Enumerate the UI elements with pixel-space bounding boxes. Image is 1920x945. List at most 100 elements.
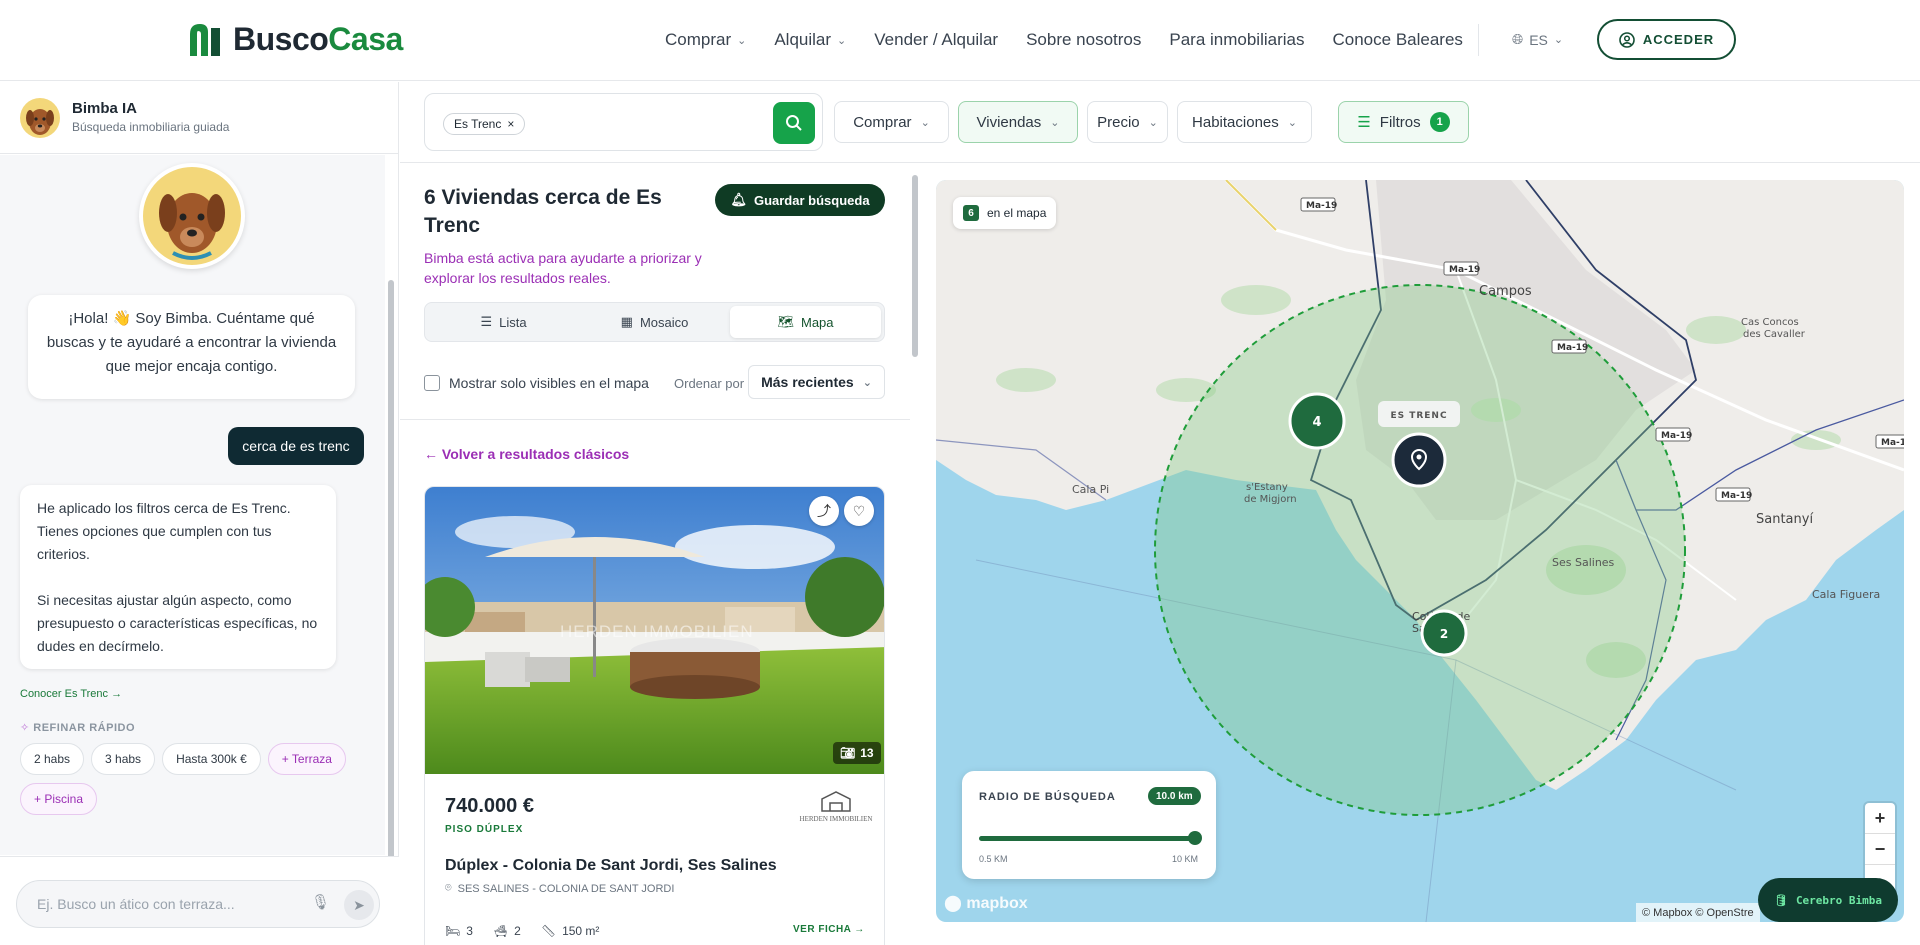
favorite-button[interactable]: ♡	[844, 496, 874, 526]
chip-terraza[interactable]: + Terraza	[267, 743, 346, 775]
camera-icon: 📷︎	[840, 746, 856, 760]
radius-slider[interactable]	[979, 831, 1202, 845]
logo-house-icon	[190, 24, 220, 56]
photo-count-badge: 📷︎ 13	[833, 742, 881, 764]
results-title: 6 Viviendas cerca de Es Trenc	[424, 186, 662, 237]
chip-2-habs[interactable]: 2 habs	[20, 743, 85, 775]
radius-control: RADIO DE BÚSQUEDA 10.0 km 0.5 KM 10 KM	[962, 771, 1216, 879]
search-filter-bar: Es Trenc × Comprar ⌄ Viviendas ⌄ Precio ⌄ Ha…	[400, 82, 1920, 163]
feature-area: 📏︎ 150 m²	[540, 924, 600, 938]
chat-messages: ¡Hola! 👋 Soy Bimba. Cuéntame qué buscas …	[0, 155, 385, 855]
map-view[interactable]: Ma-19 Ma-19 Ma-19 Ma-19 Ma-19 Ma-19 Camp…	[936, 180, 1904, 922]
nav-vender[interactable]: Vender / Alquilar	[874, 30, 998, 50]
nav-alquilar[interactable]: Alquilar ⌄	[774, 30, 846, 50]
send-icon: ➤	[353, 896, 365, 913]
place-cas-concos: Cas Concos	[1741, 317, 1799, 328]
chip-piscina[interactable]: + Piscina	[20, 783, 98, 815]
save-search-button[interactable]: 🔔︎ Guardar búsqueda	[715, 184, 885, 216]
cluster-count: 2	[1440, 627, 1448, 641]
chevron-down-icon: ⌄	[837, 34, 847, 47]
radius-slider-handle[interactable]	[1188, 831, 1202, 845]
database-icon: 🛢︎	[1773, 893, 1788, 907]
view-switcher: ☰ Lista ▦ Mosaico 🗺︎ Mapa	[424, 302, 885, 342]
photo-watermark: HERDEN IMMOBILIEN	[560, 622, 754, 641]
tab-map[interactable]: 🗺︎ Mapa	[730, 306, 881, 338]
results-subtitle: Bimba está activa para ayudarte a priori…	[424, 250, 702, 286]
order-select[interactable]: Más recientes ⌄	[748, 365, 885, 399]
filter-comprar[interactable]: Comprar ⌄	[834, 101, 949, 143]
chat-panel: Bimba IA Búsqueda inmobiliaria guiada ¡H…	[0, 82, 399, 945]
chat-subtitle: Búsqueda inmobiliaria guiada	[72, 120, 230, 134]
filter-filtros[interactable]: ☰ Filtros 1	[1338, 101, 1469, 143]
mapbox-logo[interactable]: ⬤ mapbox	[944, 893, 1028, 913]
visible-only-checkbox[interactable]: Mostrar solo visibles en el mapa	[424, 375, 649, 391]
chevron-down-icon: ⌄	[1553, 34, 1564, 46]
listing-features: 🛏︎ 3 🛁︎ 2 📏︎ 150 m²	[445, 924, 599, 938]
user-circle-icon	[1619, 31, 1635, 48]
cerebro-bimba-button[interactable]: 🛢︎ Cerebro Bimba	[1758, 878, 1898, 922]
language-label: ES	[1529, 31, 1548, 48]
es-trenc-pin	[1391, 432, 1447, 488]
road-label: Ma-19	[1661, 431, 1692, 441]
filter-precio[interactable]: Precio ⌄	[1087, 101, 1168, 143]
road-label: Ma-19	[1721, 491, 1752, 501]
bot-reply-paragraph: Si necesitas ajustar algún aspecto, como…	[37, 592, 318, 654]
main-nav: Comprar ⌄ Alquilar ⌄ Vender / Alquilar Sob…	[665, 30, 1463, 50]
chat-scrollbar[interactable]	[387, 242, 395, 932]
know-es-trenc-link[interactable]: Conocer Es Trenc →	[20, 688, 122, 700]
logo-text-busco: Busco	[233, 20, 329, 57]
zoom-out-button[interactable]: −	[1865, 834, 1895, 865]
nav-inmobiliarias[interactable]: Para inmobiliarias	[1169, 30, 1304, 50]
share-button[interactable]: ⤴	[809, 496, 839, 526]
view-listing-link[interactable]: VER FICHA →	[793, 924, 865, 935]
back-to-classic-link[interactable]: ← Volver a resultados clásicos	[424, 446, 629, 462]
search-button[interactable]	[773, 102, 815, 144]
listing-card[interactable]: HERDEN IMMOBILIEN ⤴ ♡ 📷︎ 13 740.000 € PIS…	[424, 486, 885, 945]
feature-beds: 🛏︎ 3	[445, 924, 473, 938]
chip-3-habs[interactable]: 3 habs	[91, 743, 156, 775]
login-button[interactable]: ACCEDER	[1597, 19, 1736, 60]
globe-icon: 🌐︎	[1512, 31, 1524, 47]
feature-baths: 🛁︎ 2	[492, 924, 521, 938]
tab-list[interactable]: ☰ Lista	[428, 306, 579, 338]
send-button[interactable]: ➤	[344, 890, 374, 920]
zoom-in-button[interactable]: +	[1865, 803, 1895, 834]
ruler-icon: 📏︎	[540, 924, 557, 938]
nav-comprar[interactable]: Comprar ⌄	[665, 30, 746, 50]
logo[interactable]: BuscoCasa	[187, 20, 403, 58]
tab-mosaic[interactable]: ▦ Mosaico	[579, 306, 730, 338]
listing-price: 740.000 €	[445, 795, 534, 817]
heart-icon: ♡	[852, 502, 866, 519]
listing-title[interactable]: Dúplex - Colonia De Sant Jordi, Ses Sali…	[445, 857, 777, 875]
map-icon: 🗺︎	[777, 314, 794, 329]
location-search-input[interactable]: Es Trenc ×	[424, 93, 823, 151]
listing-location: ⌾ SES SALINES - COLONIA DE SANT JORDI	[445, 882, 675, 895]
chevron-down-icon: ⌄	[1287, 116, 1297, 129]
results-scrollbar[interactable]	[912, 165, 918, 945]
checkbox-box[interactable]	[424, 375, 440, 391]
chevron-down-icon: ⌄	[737, 34, 747, 47]
map-attribution[interactable]: © Mapbox © OpenStre	[1636, 903, 1760, 922]
close-icon[interactable]: ×	[507, 117, 514, 131]
agency-logo[interactable]: HERDEN IMMOBILIEN	[799, 789, 873, 823]
list-icon: ☰	[480, 314, 493, 329]
radius-max-label: 10 KM	[1172, 854, 1199, 864]
filter-viviendas[interactable]: Viviendas ⌄	[958, 101, 1078, 143]
place-des-cavaller: des Cavaller	[1743, 329, 1806, 340]
chat-header: Bimba IA Búsqueda inmobiliaria guiada	[0, 82, 399, 154]
nav-sobre-nosotros[interactable]: Sobre nosotros	[1026, 30, 1141, 50]
road-label: Ma-19	[1306, 201, 1337, 211]
share-icon: ⤴	[817, 503, 831, 519]
road-label: Ma-19	[1557, 343, 1588, 353]
language-selector[interactable]: 🌐︎ ES ⌄	[1512, 31, 1563, 48]
results-panel: 6 Viviendas cerca de Es Trenc Bimba está…	[400, 164, 920, 945]
location-tag[interactable]: Es Trenc ×	[443, 113, 526, 135]
bimba-avatar-large	[139, 163, 245, 269]
microphone-icon[interactable]: 🎙︎	[311, 893, 330, 911]
nav-conoce-baleares[interactable]: Conoce Baleares	[1333, 30, 1463, 50]
radius-min-label: 0.5 KM	[979, 854, 1008, 864]
chip-hasta-300k[interactable]: Hasta 300k €	[162, 743, 261, 775]
refine-label: ✧ REFINAR RÁPIDO	[20, 722, 136, 734]
filter-habitaciones[interactable]: Habitaciones ⌄	[1177, 101, 1312, 143]
chevron-down-icon: ⌄	[862, 376, 872, 389]
